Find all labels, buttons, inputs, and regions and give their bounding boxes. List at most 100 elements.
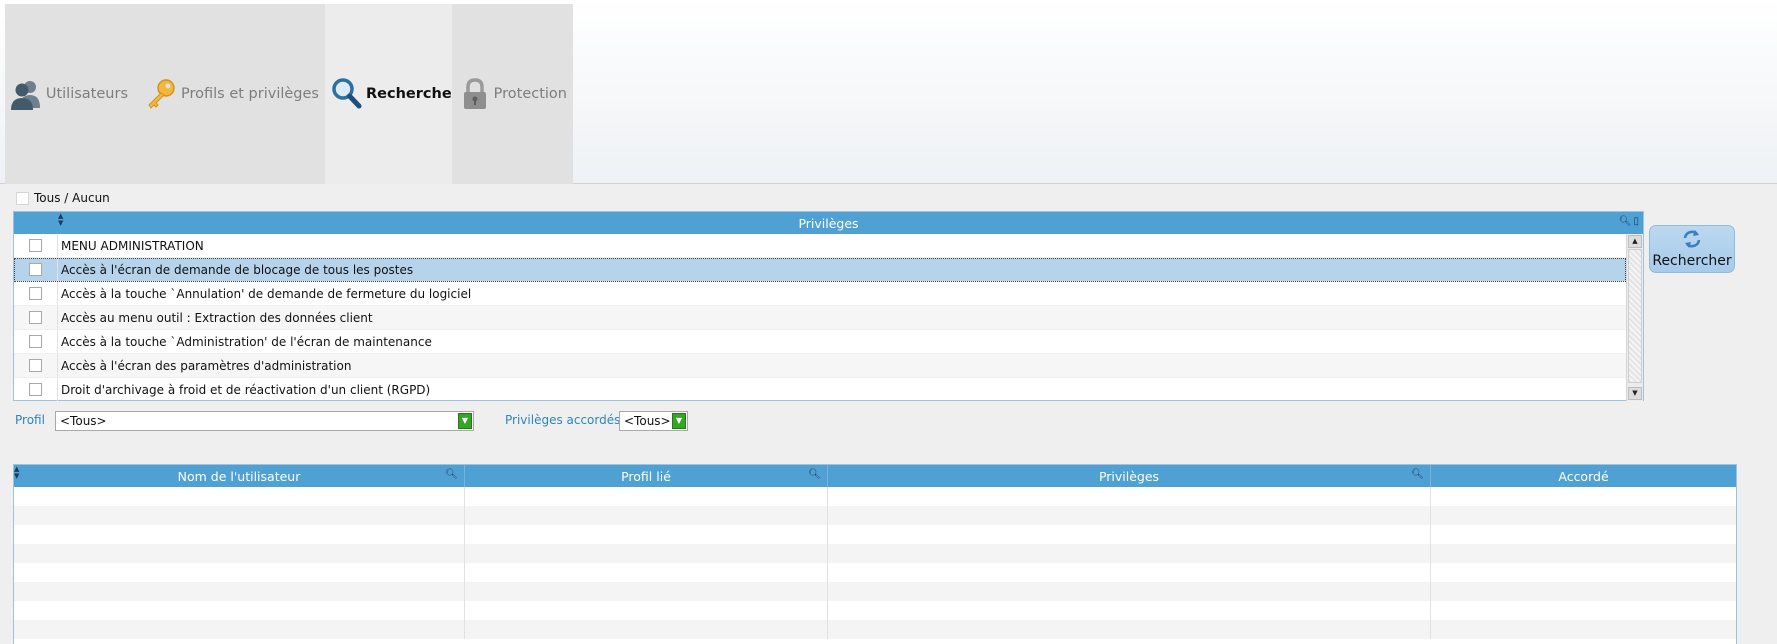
privilege-checkbox[interactable] bbox=[29, 287, 42, 300]
table-cell bbox=[14, 506, 465, 525]
profil-label: Profil bbox=[15, 413, 45, 427]
privilege-label: Accès à l'écran des paramètres d'adminis… bbox=[61, 358, 352, 373]
tab-profils-privileges[interactable]: Profils et privilèges bbox=[134, 4, 325, 184]
table-cell bbox=[1431, 582, 1736, 601]
select-all-toggle: Tous / Aucun bbox=[16, 191, 110, 205]
table-cell bbox=[828, 506, 1431, 525]
privileges-accordes-select[interactable]: <Tous> ▼ bbox=[619, 411, 688, 431]
users-icon bbox=[9, 76, 43, 112]
filter-search-icon[interactable]: 🔍︎ bbox=[445, 469, 458, 480]
privilege-row[interactable]: Accès au menu outil : Extraction des don… bbox=[14, 306, 1626, 330]
privilege-label: Accès à l'écran de demande de blocage de… bbox=[61, 262, 414, 277]
magnifier-icon bbox=[331, 76, 363, 112]
table-cell bbox=[14, 582, 465, 601]
rechercher-button[interactable]: Rechercher bbox=[1649, 225, 1735, 273]
privileges-column-header[interactable]: Privilèges bbox=[14, 216, 1643, 231]
filter-search-icon[interactable]: 🔍︎ bbox=[1411, 469, 1424, 480]
privilege-label: MENU ADMINISTRATION bbox=[61, 238, 204, 253]
privilege-row[interactable]: Accès à la touche `Administration' de l'… bbox=[14, 330, 1626, 354]
profil-select[interactable]: <Tous> ▼ bbox=[55, 411, 474, 431]
rechercher-button-label: Rechercher bbox=[1652, 253, 1732, 269]
table-cell bbox=[1431, 506, 1736, 525]
table-cell bbox=[1431, 544, 1736, 563]
table-cell bbox=[1431, 525, 1736, 544]
table-cell bbox=[465, 601, 828, 620]
privileges-grid-header: ▲ ▼ Privilèges 🔍︎ ▯ bbox=[14, 212, 1643, 234]
privilege-checkbox-cell bbox=[14, 282, 58, 305]
privilege-checkbox-cell bbox=[14, 234, 58, 257]
table-cell bbox=[465, 582, 828, 601]
table-cell bbox=[1431, 601, 1736, 620]
privilege-checkbox-cell bbox=[14, 378, 58, 401]
privilege-checkbox-cell bbox=[14, 306, 58, 329]
table-cell bbox=[14, 487, 465, 506]
privilege-checkbox-cell bbox=[14, 354, 58, 377]
scroll-down-icon[interactable]: ▼ bbox=[1628, 387, 1642, 400]
dropdown-arrow-icon[interactable]: ▼ bbox=[458, 413, 472, 429]
table-row bbox=[14, 544, 1736, 563]
privilege-label: Accès à la touche `Administration' de l'… bbox=[61, 334, 432, 349]
tab-rechercher[interactable]: Rechercher bbox=[325, 4, 459, 184]
privilege-row[interactable]: Droit d'archivage à froid et de réactiva… bbox=[14, 378, 1626, 401]
tab-protection[interactable]: Protection bbox=[452, 4, 573, 184]
dropdown-arrow-icon[interactable]: ▼ bbox=[672, 413, 686, 429]
table-cell bbox=[828, 601, 1431, 620]
privilege-row[interactable]: Accès à la touche `Annulation' de demand… bbox=[14, 282, 1626, 306]
privilege-checkbox[interactable] bbox=[29, 239, 42, 252]
tab-strip: Utilisateurs Profils et privilèges Reche… bbox=[5, 4, 573, 184]
table-cell bbox=[465, 563, 828, 582]
select-all-checkbox[interactable] bbox=[16, 191, 29, 205]
results-body bbox=[14, 487, 1736, 644]
privileges-grid: ▲ ▼ Privilèges 🔍︎ ▯ MENU ADMINISTRATION A… bbox=[13, 211, 1644, 401]
table-row bbox=[14, 487, 1736, 506]
privilege-row[interactable]: Accès à l'écran de demande de blocage de… bbox=[14, 258, 1626, 282]
column-header-label: Privilèges bbox=[1098, 469, 1160, 484]
privileges-scrollbar[interactable]: ▲ ▼ bbox=[1626, 234, 1643, 401]
column-header-label: Profil lié bbox=[621, 469, 671, 484]
tab-utilisateurs[interactable]: Utilisateurs bbox=[5, 4, 134, 184]
privilege-checkbox[interactable] bbox=[29, 335, 42, 348]
privilege-checkbox-cell bbox=[14, 258, 58, 281]
filter-search-icon[interactable]: 🔍︎ bbox=[808, 469, 821, 480]
column-header-profil-lie[interactable]: Profil lié 🔍︎ bbox=[465, 465, 828, 487]
clear-filter-icon[interactable]: ▯ bbox=[1633, 216, 1639, 227]
table-row bbox=[14, 525, 1736, 544]
column-header-nom-utilisateur[interactable]: Nom de l'utilisateur 🔍︎ bbox=[14, 465, 465, 487]
privilege-checkbox[interactable] bbox=[29, 383, 42, 396]
privileges-accordes-value: <Tous> bbox=[624, 414, 671, 428]
table-cell bbox=[465, 506, 828, 525]
privilege-checkbox-cell bbox=[14, 330, 58, 353]
table-cell bbox=[465, 620, 828, 639]
privilege-label: Accès au menu outil : Extraction des don… bbox=[61, 310, 373, 325]
privilege-label: Droit d'archivage à froid et de réactiva… bbox=[61, 382, 431, 397]
privilege-row[interactable]: MENU ADMINISTRATION bbox=[14, 234, 1626, 258]
key-icon bbox=[144, 76, 178, 112]
table-cell bbox=[465, 487, 828, 506]
lock-icon bbox=[460, 76, 491, 112]
tab-protection-label: Protection bbox=[493, 86, 567, 102]
privilege-checkbox[interactable] bbox=[29, 311, 42, 324]
table-row bbox=[14, 506, 1736, 525]
table-cell bbox=[828, 620, 1431, 639]
column-header-privileges[interactable]: Privilèges 🔍︎ bbox=[828, 465, 1431, 487]
table-cell bbox=[465, 525, 828, 544]
scrollbar-thumb[interactable] bbox=[1628, 249, 1642, 383]
profil-select-value: <Tous> bbox=[60, 414, 107, 428]
privilege-row[interactable]: Accès à l'écran des paramètres d'adminis… bbox=[14, 354, 1626, 378]
table-cell bbox=[1431, 620, 1736, 639]
privilege-checkbox[interactable] bbox=[29, 263, 42, 276]
privilege-checkbox[interactable] bbox=[29, 359, 42, 372]
table-cell bbox=[828, 582, 1431, 601]
table-cell bbox=[465, 544, 828, 563]
results-grid-header: ▲ ▼ Nom de l'utilisateur 🔍︎ Profil lié 🔍︎… bbox=[14, 465, 1736, 487]
table-row bbox=[14, 563, 1736, 582]
column-header-accorde[interactable]: Accordé bbox=[1431, 465, 1736, 487]
filter-search-icon[interactable]: 🔍︎ bbox=[1619, 216, 1632, 227]
tab-utilisateurs-label: Utilisateurs bbox=[45, 86, 128, 102]
top-navigation-bar: Utilisateurs Profils et privilèges Reche… bbox=[0, 0, 1777, 184]
column-header-label: Nom de l'utilisateur bbox=[177, 469, 301, 484]
scroll-up-icon[interactable]: ▲ bbox=[1628, 235, 1642, 248]
table-cell bbox=[14, 544, 465, 563]
table-cell bbox=[1431, 487, 1736, 506]
table-cell bbox=[828, 525, 1431, 544]
